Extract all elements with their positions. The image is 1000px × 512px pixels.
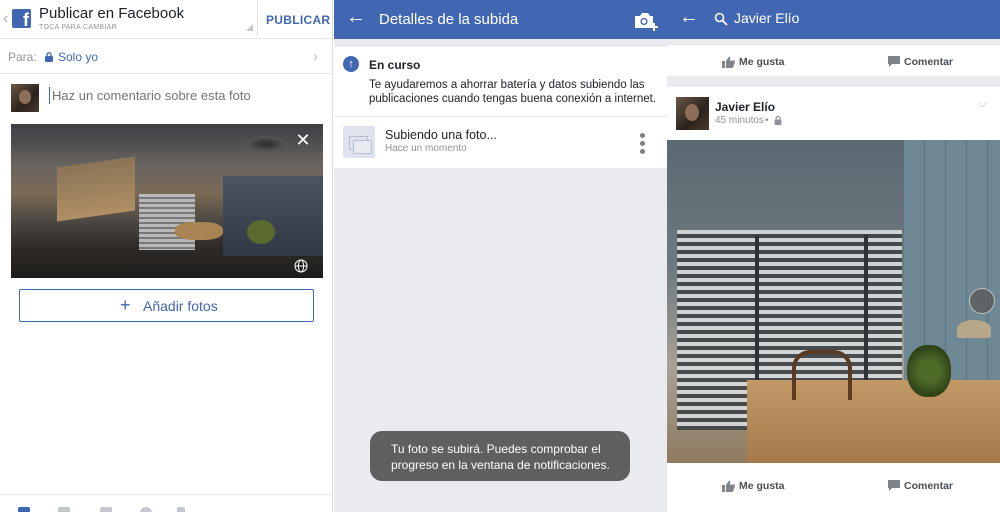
composer-header: ‹ f Publicar en Facebook TOCA PARA CAMBI… bbox=[0, 0, 332, 39]
back-arrow-icon[interactable]: ← bbox=[679, 6, 699, 29]
post-photo[interactable] bbox=[667, 140, 1000, 463]
facebook-logo-icon: f bbox=[12, 9, 31, 28]
chevron-right-icon[interactable]: › bbox=[313, 48, 318, 65]
post-time[interactable]: 45 minutos bbox=[715, 115, 764, 126]
page-title: Detalles de la subida bbox=[379, 11, 519, 28]
like-button[interactable]: Me gusta bbox=[739, 480, 785, 492]
camera-plus-icon[interactable] bbox=[633, 9, 659, 33]
photos-icon bbox=[343, 126, 375, 158]
composer-toolbar bbox=[0, 494, 332, 512]
post-author[interactable]: Javier Elío bbox=[715, 100, 775, 114]
comment-button[interactable]: Comentar bbox=[904, 480, 953, 492]
360-icon[interactable] bbox=[969, 288, 995, 314]
toolbar-icon[interactable] bbox=[58, 507, 70, 512]
audience-value[interactable]: Solo yo bbox=[58, 50, 98, 64]
feed-pane: ← Javier Elío Me gusta Comentar Javier E… bbox=[667, 0, 1000, 512]
app-bar: ← Javier Elío bbox=[667, 0, 1000, 39]
upload-card: ↑ En curso Te ayudaremos a ahorrar bater… bbox=[334, 47, 667, 168]
chevron-left-icon[interactable]: ‹ bbox=[3, 10, 8, 28]
post-actions-top: Me gusta Comentar bbox=[667, 48, 1000, 76]
photo-detail bbox=[175, 222, 223, 240]
lock-icon bbox=[45, 52, 53, 62]
separator bbox=[667, 76, 1000, 87]
toolbar-icon[interactable] bbox=[100, 507, 112, 512]
spacer bbox=[667, 463, 1000, 472]
chevron-down-icon[interactable]: ⌵ bbox=[978, 96, 987, 111]
comment-button[interactable]: Comentar bbox=[904, 56, 953, 68]
panorama-photo[interactable]: ✕ bbox=[11, 124, 323, 278]
post-actions-bottom: Me gusta Comentar bbox=[667, 472, 1000, 500]
photo-detail bbox=[747, 380, 1000, 463]
photo-detail bbox=[223, 176, 323, 256]
header-divider bbox=[257, 0, 258, 39]
upload-status-message: Te ayudaremos a ahorrar batería y datos … bbox=[369, 79, 657, 105]
upload-details-pane: ← Detalles de la subida ↑ En curso Te ay… bbox=[334, 0, 667, 512]
search-query[interactable]: Javier Elío bbox=[734, 10, 799, 26]
photo-detail bbox=[792, 350, 852, 400]
dropdown-corner-icon bbox=[246, 24, 253, 31]
globe-icon[interactable] bbox=[294, 259, 308, 273]
upload-item-time: Hace un momento bbox=[385, 143, 467, 154]
lock-icon bbox=[774, 116, 782, 125]
separator bbox=[334, 39, 667, 47]
more-vert-icon[interactable] bbox=[640, 133, 646, 155]
publish-button[interactable]: PUBLICAR bbox=[266, 13, 330, 27]
upload-status-title: En curso bbox=[369, 58, 421, 72]
audience-label: Para: bbox=[8, 50, 37, 64]
toolbar-icon[interactable] bbox=[177, 507, 185, 512]
photo-detail bbox=[57, 156, 135, 222]
avatar[interactable] bbox=[676, 97, 709, 130]
search-icon[interactable] bbox=[714, 12, 728, 26]
composer-title[interactable]: Publicar en Facebook bbox=[39, 5, 184, 22]
plus-icon: + bbox=[120, 295, 131, 315]
photo-detail bbox=[904, 140, 1000, 380]
comment-icon[interactable] bbox=[888, 56, 900, 67]
like-button[interactable]: Me gusta bbox=[739, 56, 785, 68]
back-arrow-icon[interactable]: ← bbox=[346, 6, 366, 29]
toolbar-icon[interactable] bbox=[18, 507, 30, 512]
like-icon[interactable] bbox=[722, 480, 735, 492]
like-icon[interactable] bbox=[722, 56, 735, 68]
comment-icon[interactable] bbox=[888, 480, 900, 491]
app-bar: ← Detalles de la subida bbox=[334, 0, 667, 39]
photo-detail bbox=[907, 345, 951, 397]
close-icon[interactable]: ✕ bbox=[294, 131, 312, 149]
audience-row[interactable]: Para: Solo yo › bbox=[0, 40, 332, 74]
toolbar-icon[interactable] bbox=[140, 507, 152, 512]
avatar bbox=[11, 84, 39, 112]
upload-item-title: Subiendo una foto... bbox=[385, 128, 497, 142]
post-meta-separator: • bbox=[765, 115, 769, 126]
comment-input[interactable] bbox=[52, 86, 322, 104]
add-photos-button[interactable]: + Añadir fotos bbox=[19, 289, 314, 322]
photo-detail bbox=[247, 220, 275, 244]
toast-message: Tu foto se subirá. Puedes comprobar el p… bbox=[370, 431, 630, 481]
divider bbox=[334, 116, 667, 117]
photo-detail bbox=[957, 320, 991, 338]
add-photos-label: Añadir fotos bbox=[143, 298, 218, 314]
text-caret bbox=[49, 87, 50, 104]
composer-subtitle[interactable]: TOCA PARA CAMBIAR bbox=[39, 24, 117, 31]
composer-pane: ‹ f Publicar en Facebook TOCA PARA CAMBI… bbox=[0, 0, 333, 512]
separator bbox=[667, 39, 1000, 45]
upload-arrow-icon: ↑ bbox=[343, 56, 359, 72]
